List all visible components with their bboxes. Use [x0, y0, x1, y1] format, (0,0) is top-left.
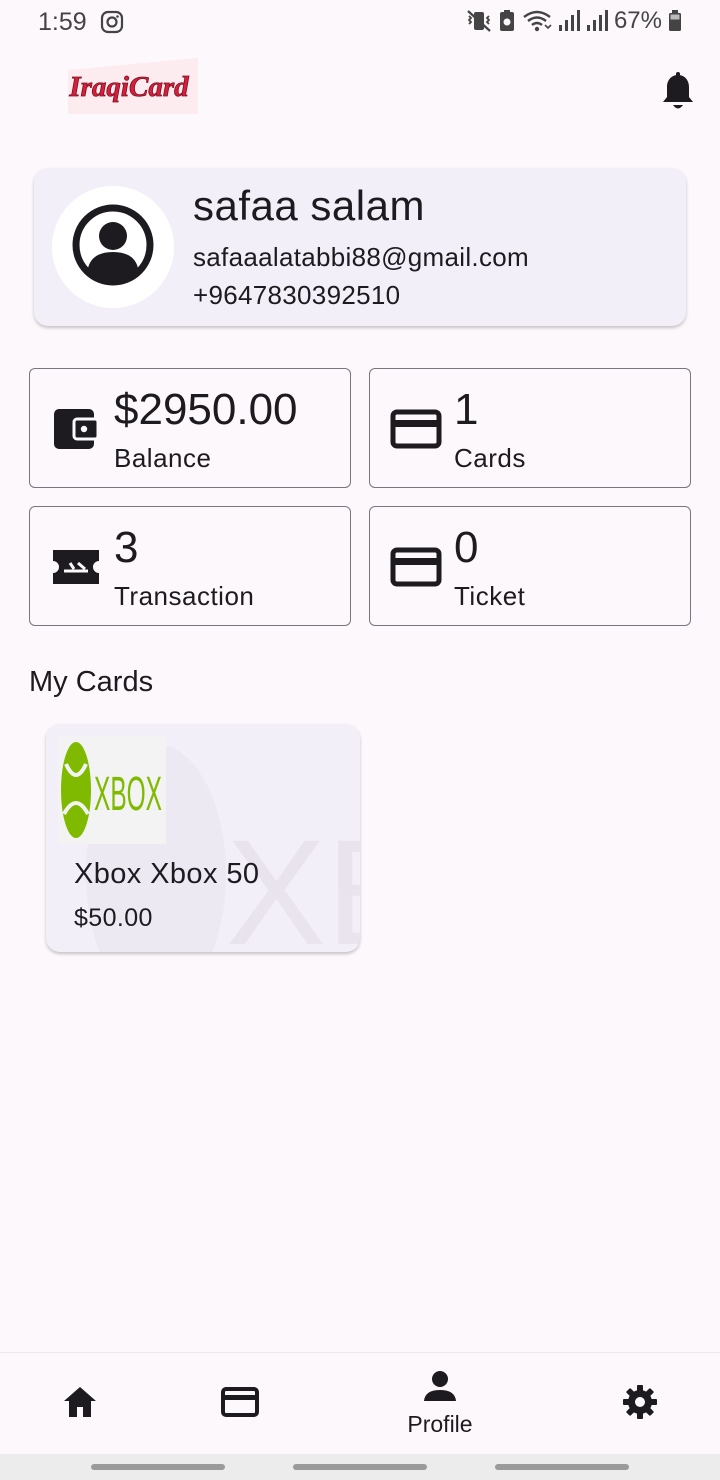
- profile-email: safaaalatabbi88@gmail.com: [193, 242, 529, 272]
- signal-icon: [558, 10, 580, 32]
- stat-value: $2950.00: [114, 385, 298, 434]
- gear-icon: [622, 1384, 658, 1425]
- battery-level: 67%: [613, 7, 662, 34]
- stat-tile-cards[interactable]: 1 Cards: [369, 368, 691, 488]
- nav-settings[interactable]: [600, 1353, 680, 1455]
- stat-tile-transaction[interactable]: 3 Transaction: [29, 506, 351, 626]
- account-circle-icon: [72, 204, 154, 291]
- app-logo: IraqiCard: [58, 56, 200, 118]
- nav-profile-label: Profile: [407, 1411, 473, 1437]
- credit-card-icon: [390, 541, 442, 593]
- profile-phone: +9647830392510: [193, 280, 401, 310]
- credit-card-icon: [390, 403, 442, 455]
- instagram-icon: [100, 10, 124, 39]
- profile-screen: 1:59 67% IraqiCard safaa salam safaaalat…: [0, 0, 720, 1480]
- stat-label: Transaction: [114, 581, 255, 611]
- section-title-my-cards: My Cards: [29, 666, 154, 698]
- svg-text:XBOX: XBOX: [94, 768, 162, 821]
- nav-profile[interactable]: Profile: [380, 1353, 500, 1455]
- profile-name: safaa salam: [193, 182, 425, 229]
- avatar[interactable]: [52, 186, 174, 308]
- logo-text: IraqiCard: [68, 71, 189, 103]
- stat-tile-ticket[interactable]: 0 Ticket: [369, 506, 691, 626]
- credit-card-icon: [221, 1386, 259, 1422]
- stat-label: Ticket: [454, 581, 526, 611]
- ticket-icon: [50, 541, 102, 593]
- status-bar: 1:59 67%: [0, 0, 720, 44]
- gesture-home[interactable]: [293, 1464, 427, 1470]
- product-price: $50.00: [74, 904, 153, 932]
- stat-label: Cards: [454, 443, 526, 473]
- gesture-recents[interactable]: [91, 1464, 225, 1470]
- status-icons: 67%: [466, 7, 682, 35]
- product-name: Xbox Xbox 50: [74, 858, 260, 890]
- battery-saver-icon: [498, 9, 516, 33]
- profile-card: safaa salam safaaalatabbi88@gmail.com +9…: [34, 168, 686, 326]
- bell-icon[interactable]: [660, 72, 696, 112]
- person-icon: [423, 1370, 457, 1407]
- xbox-logo: XBOX: [58, 736, 166, 844]
- stat-value: 1: [454, 385, 479, 434]
- gesture-back[interactable]: [495, 1464, 629, 1470]
- stat-tile-balance[interactable]: $2950.00 Balance: [29, 368, 351, 488]
- nav-cards[interactable]: [200, 1353, 280, 1455]
- home-icon: [62, 1385, 98, 1424]
- bottom-nav: Profile: [0, 1352, 720, 1454]
- system-gesture-bar: [0, 1454, 720, 1480]
- vibrate-icon: [466, 9, 492, 33]
- status-time: 1:59: [38, 8, 87, 36]
- wallet-icon: [50, 403, 102, 455]
- battery-icon: [668, 9, 682, 33]
- product-card[interactable]: XBOX XBOX Xbox Xbox 50 $50.00: [46, 724, 360, 952]
- stat-value: 0: [454, 523, 479, 572]
- stat-label: Balance: [114, 443, 212, 473]
- stat-value: 3: [114, 523, 139, 572]
- signal-icon-2: [586, 10, 608, 32]
- wifi-icon: [522, 9, 552, 33]
- nav-home[interactable]: [40, 1353, 120, 1455]
